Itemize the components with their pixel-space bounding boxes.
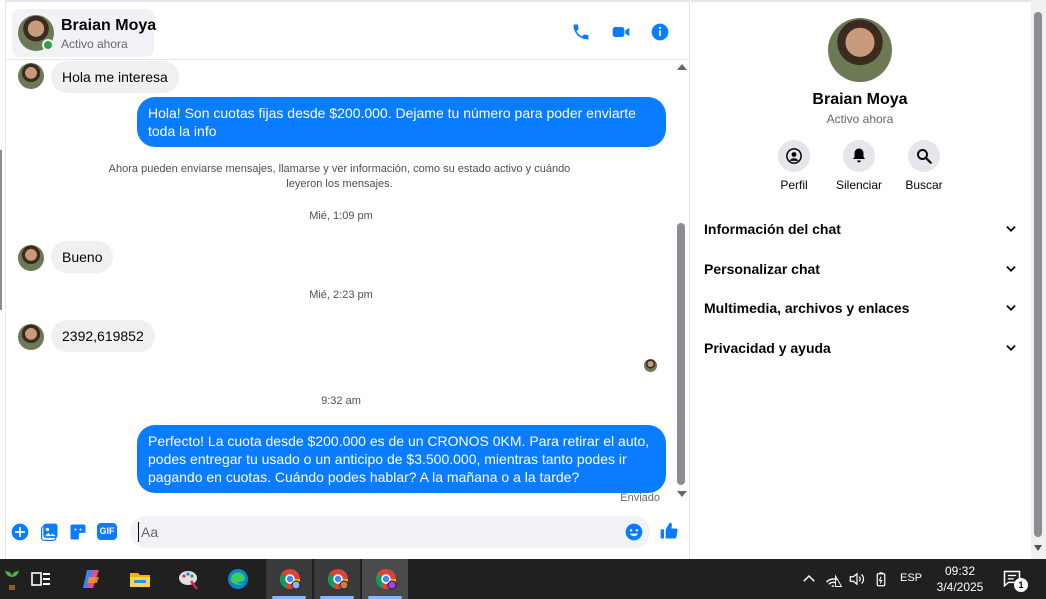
message-incoming[interactable]: 2392,619852 [51,320,155,352]
taskbar-chrome-profile-1[interactable] [266,559,312,599]
taskbar-file-explorer[interactable] [116,559,162,599]
clock-date: 3/4/2025 [936,580,984,594]
gif-icon[interactable]: GIF [97,523,117,540]
phone-icon[interactable] [571,22,591,42]
chat-column: Braian Moya Activo ahora Hola me interes… [6,0,690,559]
search-icon [908,140,940,172]
scroll-down-arrow[interactable] [677,491,687,497]
chat-header: Braian Moya Activo ahora [6,0,690,60]
taskbar-edge[interactable] [214,559,260,599]
system-note: Ahora pueden enviarse mensajes, llamarse… [108,163,571,190]
taskbar-copilot[interactable] [67,559,113,599]
contact-profile-chip[interactable]: Braian Moya Activo ahora [12,9,157,57]
taskbar-task-view[interactable] [17,559,63,599]
scroll-up-arrow[interactable] [677,64,687,70]
seen-indicator-avatar [644,359,657,372]
section-chat-info[interactable]: Información del chat [704,218,1020,242]
chrome-profile-2-icon [374,567,398,591]
chrome-icon [326,567,350,591]
mute-label: Silenciar [835,178,883,192]
message-outgoing[interactable]: Hola! Son cuotas fijas desde $200.000. D… [137,97,666,147]
chevron-down-icon [1004,222,1018,236]
message-input[interactable] [138,522,618,542]
section-media-files-links[interactable]: Multimedia, archivos y enlaces [704,297,1020,321]
section-title: Personalizar chat [704,261,820,277]
language-indicator[interactable]: ESP [900,572,922,584]
system-clock[interactable]: 09:32 3/4/2025 [930,563,990,595]
profile-button[interactable]: Perfil [764,140,824,192]
panel-contact-avatar[interactable] [828,18,892,82]
battery-icon[interactable] [872,570,890,588]
taskbar-chrome[interactable] [314,559,360,599]
notification-badge: 1 [1014,578,1028,592]
message-input-container[interactable] [130,516,650,548]
paint-icon [177,567,201,591]
add-icon[interactable] [10,522,30,542]
clock-time: 09:32 [944,564,976,578]
timestamp: Mié, 2:23 pm [309,289,373,301]
chat-scrollbar[interactable] [676,61,688,505]
section-customize-chat[interactable]: Personalizar chat [704,258,1020,282]
online-indicator [42,39,54,51]
timestamp: Mié, 1:09 pm [309,210,373,222]
chrome-profile-1-icon [278,567,302,591]
file-explorer-icon [128,567,152,591]
panel-contact-status: Activo ahora [826,112,894,126]
scroll-thumb[interactable] [677,223,685,485]
window-scroll-down-arrow[interactable] [1034,545,1042,551]
window-scroll-thumb[interactable] [1034,12,1042,537]
info-icon[interactable] [650,22,670,42]
wifi-icon[interactable] [825,570,843,588]
taskbar-paint[interactable] [165,559,211,599]
message-outgoing[interactable]: Perfecto! La cuota desde $200.000 es de … [137,425,666,493]
sender-avatar [18,63,44,89]
search-button[interactable]: Buscar [894,140,954,192]
timestamp: 9:32 am [321,395,361,407]
profile-icon [778,140,810,172]
section-title: Multimedia, archivos y enlaces [704,300,910,316]
sender-avatar [18,245,44,271]
volume-icon[interactable] [848,570,866,588]
tray-chevron-up-icon[interactable] [800,570,818,588]
section-title: Información del chat [704,221,841,237]
photo-icon[interactable] [40,522,60,542]
sender-avatar [18,324,44,350]
sticker-icon[interactable] [68,522,88,542]
window-scrollbar[interactable] [1031,0,1046,559]
video-icon[interactable] [611,22,631,42]
profile-label: Perfil [780,178,808,192]
bell-icon [843,140,875,172]
chevron-down-icon [1004,301,1018,315]
emoji-icon[interactable] [624,522,644,542]
left-edge-marker [0,150,2,310]
section-privacy-help[interactable]: Privacidad y ayuda [704,337,1020,361]
search-label: Buscar [905,178,943,192]
contact-status: Activo ahora [61,37,128,51]
panel-contact-name: Braian Moya [812,91,908,108]
mute-button[interactable]: Silenciar [829,140,889,192]
notification-center[interactable]: 1 [1002,569,1028,592]
message-incoming[interactable]: Bueno [51,241,114,273]
chevron-down-icon [1004,262,1018,276]
taskbar: ESP 09:32 3/4/2025 1 [0,559,1046,599]
task-view-icon [29,567,53,591]
taskbar-chrome-profile-2[interactable] [362,559,408,599]
like-icon[interactable] [659,521,679,541]
contact-name: Braian Moya [61,17,157,34]
sent-status: Enviado [620,492,660,504]
copilot-icon [79,567,103,591]
chevron-down-icon [1004,341,1018,355]
edge-icon [226,567,250,591]
message-list: Hola me interesa Hola! Son cuotas fijas … [6,61,676,511]
app-window: Braian Moya Activo ahora Hola me interes… [0,0,1046,599]
chat-info-panel: Braian Moya Activo ahora Perfil Silencia… [691,0,1031,559]
message-incoming[interactable]: Hola me interesa [51,61,179,93]
section-title: Privacidad y ayuda [704,340,831,356]
message-composer: GIF [6,512,690,556]
